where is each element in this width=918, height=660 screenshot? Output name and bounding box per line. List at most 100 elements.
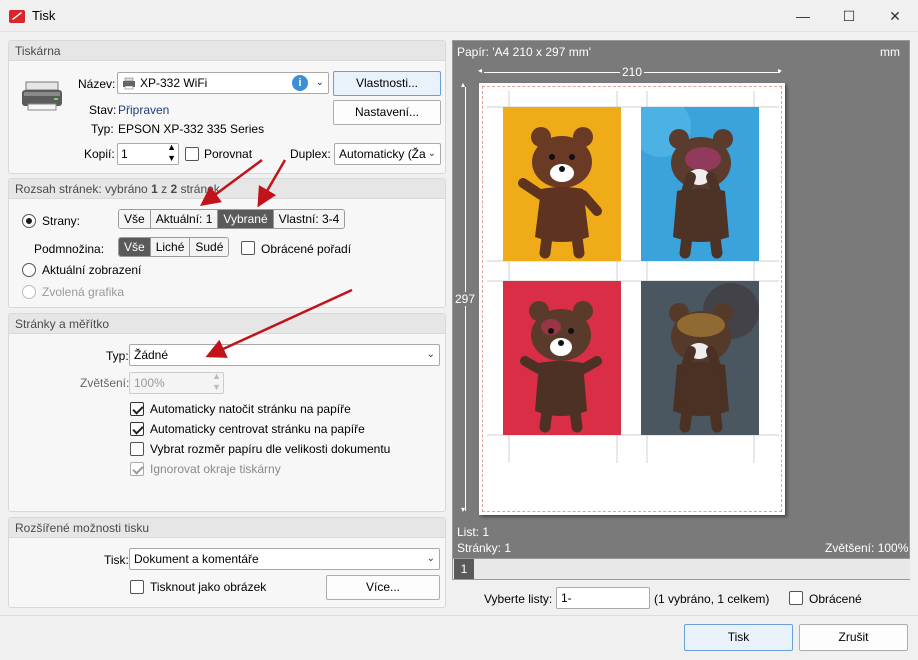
scale-type-label: Typ: [106, 349, 129, 363]
zoom-info: Zvětšení: 100% [825, 541, 909, 555]
type-value: EPSON XP-332 335 Series [118, 122, 265, 136]
info-icon[interactable]: i [292, 75, 308, 91]
sheets-count-info: (1 vybráno, 1 celkem) [654, 592, 770, 606]
close-icon: ✕ [889, 8, 901, 24]
properties-button[interactable]: Vlastnosti... [333, 71, 441, 96]
more-button[interactable]: Více... [326, 575, 440, 600]
subset-option-all[interactable]: Vše [119, 238, 151, 256]
sheet-info: List: 1 [457, 525, 490, 539]
auto-center-checkbox[interactable] [130, 422, 144, 436]
selected-graphic-radio [22, 285, 36, 299]
pages-option-selected[interactable]: Vybrané [218, 210, 274, 228]
ignore-margins-label: Ignorovat okraje tiskárny [150, 462, 281, 476]
print-what-select[interactable]: Dokument a komentáře ⌄ [129, 548, 440, 570]
pages-option-current[interactable]: Aktuální: 1 [150, 210, 219, 228]
minimize-button[interactable]: — [780, 0, 826, 32]
subset-label: Podmnožina: [34, 242, 105, 256]
page-tab-1[interactable]: 1 [454, 559, 474, 579]
stepper-down-icon: ▼ [212, 382, 221, 392]
range-title-pages: stránek [177, 182, 220, 196]
copies-label: Kopií: [84, 147, 115, 161]
arrow-up-icon: ▴ [461, 80, 466, 89]
stepper-up-icon[interactable]: ▲ [167, 142, 176, 152]
collate-label: Porovnat [204, 147, 253, 161]
bear-image-4 [641, 281, 759, 435]
subset-option-odd[interactable]: Liché [150, 238, 191, 256]
height-dimension: 297 [455, 292, 476, 306]
reversed-checkbox[interactable] [789, 591, 803, 605]
printer-name-value: XP-332 WiFi [140, 76, 208, 90]
reverse-order-label: Obrácené pořadí [261, 242, 352, 256]
range-title-of: z [157, 182, 171, 196]
select-sheets-value: 1- [561, 591, 572, 605]
paper-size-label: Papír: 'A4 210 x 297 mm' [457, 45, 591, 59]
copies-stepper[interactable]: 1 ▲ ▼ [117, 142, 179, 165]
select-sheets-label: Vyberte listy: [484, 592, 553, 606]
width-dimension: 210 [620, 65, 645, 79]
auto-rotate-checkbox[interactable] [130, 402, 144, 416]
minimize-icon: — [796, 8, 810, 24]
unit-label: mm [880, 45, 900, 59]
pages-option-current-label: Aktuální: 1 [155, 212, 213, 226]
selected-graphic-label: Zvolená grafika [42, 285, 125, 299]
chevron-down-icon: ⌄ [427, 148, 436, 159]
auto-rotate-label: Automaticky natočit stránku na papíře [150, 402, 351, 416]
duplex-select[interactable]: Automaticky (Ža ⌄ [334, 143, 441, 165]
current-view-label: Aktuální zobrazení [42, 263, 142, 277]
scale-type-value: Žádné [134, 348, 169, 362]
subset-option-even[interactable]: Sudé [190, 238, 229, 256]
pages-scale-title: Stránky a měřítko [9, 314, 445, 334]
stepper-down-icon[interactable]: ▼ [167, 153, 176, 163]
window-title: Tisk [32, 8, 56, 23]
current-view-radio[interactable] [22, 263, 36, 277]
print-button[interactable]: Tisk [684, 624, 793, 651]
status-label: Stav: [89, 103, 117, 117]
cancel-button[interactable]: Zrušit [799, 624, 908, 651]
chevron-down-icon: ⌄ [426, 553, 435, 564]
range-selected-count: 1 [151, 182, 158, 196]
reversed-label: Obrácené [809, 592, 862, 606]
pages-option-all[interactable]: Vše [119, 210, 151, 228]
print-as-image-label: Tisknout jako obrázek [150, 580, 267, 594]
printer-name-select[interactable]: XP-332 WiFi i ⌄ [117, 72, 329, 94]
zoom-label: Zvětšení: [80, 376, 130, 390]
zoom-value: 100% [134, 376, 165, 390]
print-as-image-checkbox[interactable] [130, 580, 144, 594]
range-title-text: Rozsah stránek: vybráno [15, 182, 152, 196]
pages-label: Strany: [42, 214, 81, 228]
chevron-down-icon: ⌄ [315, 77, 324, 88]
settings-button[interactable]: Nastavení... [333, 100, 441, 125]
arrow-right-icon: ▸ [778, 66, 783, 75]
bear-image-3 [503, 281, 621, 435]
arrow-left-icon: ◂ [478, 66, 483, 75]
auto-center-label: Automaticky centrovat stránku na papíře [150, 422, 365, 436]
pages-segmented: Vše Aktuální: 1 Vybrané Vlastní: 3-4 [118, 209, 346, 229]
collate-checkbox[interactable] [185, 147, 199, 161]
choose-paper-checkbox[interactable] [130, 442, 144, 456]
select-sheets-input[interactable]: 1- [556, 587, 650, 609]
printer-icon [22, 81, 62, 111]
printer-name-label: Název: [78, 77, 116, 91]
pages-option-custom[interactable]: Vlastní: 3-4 [273, 210, 345, 228]
close-button[interactable]: ✕ [872, 0, 918, 32]
printer-small-icon [123, 77, 135, 90]
printer-section-title: Tiskárna [9, 41, 445, 61]
zoom-stepper: 100% ▲ ▼ [129, 371, 224, 394]
page-tabs-bar [453, 558, 910, 579]
bear-image-1 [503, 107, 621, 261]
scale-type-select[interactable]: Žádné ⌄ [129, 344, 440, 366]
ignore-margins-checkbox [130, 462, 144, 476]
arrow-down-icon: ▾ [461, 505, 466, 514]
maximize-icon: ☐ [842, 8, 856, 24]
print-what-label: Tisk: [104, 553, 129, 567]
pages-radio[interactable] [22, 214, 36, 228]
advanced-section-title: Rozšířené možnosti tisku [9, 518, 445, 538]
choose-paper-label: Vybrat rozměr papíru dle velikosti dokum… [150, 442, 391, 456]
duplex-value: Automaticky (Ža [339, 147, 426, 161]
subset-segmented: Vše Liché Sudé [118, 237, 230, 257]
maximize-button[interactable]: ☐ [826, 0, 872, 32]
stepper-up-icon: ▲ [212, 371, 221, 381]
reverse-order-checkbox[interactable] [241, 241, 255, 255]
status-value: Připraven [118, 103, 170, 117]
duplex-label: Duplex: [290, 147, 331, 161]
